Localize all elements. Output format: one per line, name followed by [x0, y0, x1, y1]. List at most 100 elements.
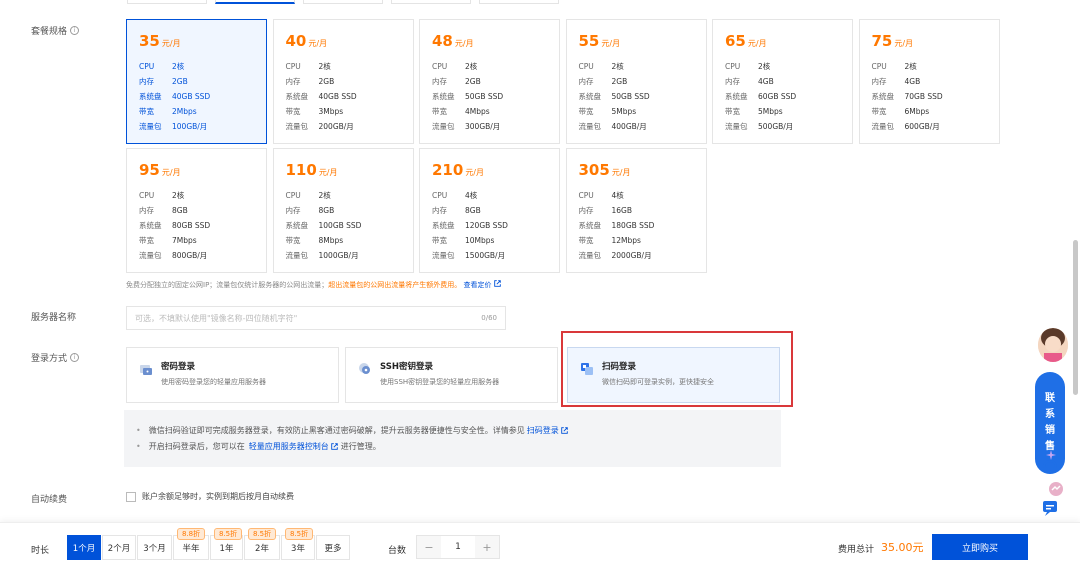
plan-price-unit: 元/月 — [611, 168, 631, 177]
qrcode-login-link[interactable]: 扫码登录 — [527, 425, 559, 436]
plan-spec-row: 流量包 1000GB/月 — [286, 248, 413, 263]
external-link-icon[interactable] — [494, 280, 501, 287]
spec-value: 2000GB/月 — [611, 251, 652, 260]
plan-spec-label-text: 套餐规格 — [31, 27, 68, 37]
spec-key: 流量包 — [432, 251, 455, 260]
duration-option[interactable]: 1个月 — [67, 535, 101, 560]
login-option-desc: 使用密码登录您的轻量应用服务器 — [161, 378, 266, 386]
top-tab[interactable] — [303, 0, 383, 4]
server-name-placeholder: 可选，不填默认使用"镜像名称-四位随机字符" — [135, 313, 298, 323]
plan-spec-row: 带宽 7Mbps — [139, 233, 266, 248]
bullet-icon: • — [136, 441, 141, 451]
plan-spec-row: 内存 2GB — [286, 74, 413, 89]
info-icon[interactable]: i — [70, 353, 80, 362]
login-option-password[interactable]: 密码登录 使用密码登录您的轻量应用服务器 — [126, 347, 339, 403]
plan-price: 65 元/月 — [725, 32, 852, 50]
spec-key: 系统盘 — [139, 92, 162, 101]
plan-price-unit: 元/月 — [308, 39, 328, 48]
info-icon[interactable]: i — [70, 26, 80, 35]
plan-price-unit: 元/月 — [601, 39, 621, 48]
plan-spec-row: 系统盘 40GB SSD — [286, 89, 413, 104]
duration-option[interactable]: 更多 — [316, 535, 350, 560]
spec-key: CPU — [285, 191, 301, 200]
spec-key: 内存 — [578, 206, 594, 215]
plan-price-value: 65 — [725, 32, 746, 50]
spec-key: 流量包 — [432, 122, 455, 131]
console-link[interactable]: 轻量应用服务器控制台 — [249, 441, 329, 452]
spec-value: 2核 — [465, 62, 478, 71]
plan-price-unit: 元/月 — [465, 168, 485, 177]
auto-renew-checkbox[interactable] — [126, 491, 136, 502]
plan-card[interactable]: 210 元/月 CPU 4核 内存 8GB 系统盘 120GB SSD 带宽 10Mbps 流量包 1… — [419, 148, 560, 273]
top-tab-active[interactable] — [215, 0, 295, 4]
plan-card[interactable]: 40 元/月 CPU 2核 内存 2GB 系统盘 40GB SSD 带宽 3Mbps 流量包 200G… — [272, 19, 414, 144]
plan-card[interactable]: 35 元/月 CPU 2核 内存 2GB 系统盘 40GB SSD 带宽 2Mbps 流量包 100G… — [126, 19, 267, 144]
bullet-icon: • — [136, 425, 141, 435]
plan-specs: CPU 2核 内存 2GB 系统盘 40GB SSD 带宽 2Mbps 流量包 100GB/月 — [139, 59, 266, 134]
spec-value: 80GB SSD — [172, 221, 211, 230]
plan-spec-row: 流量包 300GB/月 — [432, 119, 559, 134]
spec-key: 内存 — [285, 206, 301, 215]
spec-value: 5Mbps — [611, 107, 637, 116]
plan-spec-row: CPU 2核 — [286, 188, 413, 203]
spec-key: 流量包 — [725, 122, 748, 131]
plan-price: 210 元/月 — [432, 161, 559, 179]
plan-specs: CPU 2核 内存 4GB 系统盘 70GB SSD 带宽 6Mbps 流量包 600GB/月 — [872, 59, 999, 134]
login-method-label: 登录方式 i — [31, 351, 80, 364]
plan-spec-row: CPU 2核 — [579, 59, 706, 74]
spec-key: 带宽 — [725, 107, 740, 116]
login-option-ssh[interactable]: SSH密钥登录 使用SSH密钥登录您的轻量应用服务器 — [345, 347, 558, 403]
plan-card[interactable]: 48 元/月 CPU 2核 内存 2GB 系统盘 50GB SSD 带宽 4Mbps 流量包 300G… — [419, 19, 560, 144]
plan-spec-row: 系统盘 100GB SSD — [286, 218, 413, 233]
buy-now-button[interactable]: 立即购买 — [932, 534, 1028, 560]
plan-card[interactable]: 55 元/月 CPU 2核 内存 2GB 系统盘 50GB SSD 带宽 5Mbps 流量包 400G… — [565, 19, 707, 144]
message-icon[interactable] — [1040, 498, 1060, 518]
plan-spec-row: 内存 2GB — [139, 74, 266, 89]
plan-specs: CPU 4核 内存 8GB 系统盘 120GB SSD 带宽 10Mbps 流量包 1500GB/… — [432, 188, 559, 263]
duration-option[interactable]: 2个月 — [102, 535, 136, 560]
spec-value: 5Mbps — [758, 107, 783, 116]
spec-value: 3Mbps — [318, 107, 344, 116]
plan-card[interactable]: 305 元/月 CPU 4核 内存 16GB 系统盘 180GB SSD 带宽 12Mbps 流量包… — [565, 148, 707, 273]
plan-card[interactable]: 95 元/月 CPU 2核 内存 8GB 系统盘 80GB SSD 带宽 7Mbps 流量包 800G… — [126, 148, 267, 273]
plan-specs: CPU 2核 内存 8GB 系统盘 80GB SSD 带宽 7Mbps 流量包 800GB/月 — [139, 188, 266, 263]
customer-service-avatar[interactable] — [1038, 328, 1068, 362]
spec-value: 1000GB/月 — [318, 251, 359, 260]
spec-value: 40GB SSD — [172, 92, 211, 101]
login-option-title: 密码登录 — [161, 362, 196, 372]
plan-spec-row: 内存 2GB — [579, 74, 706, 89]
view-pricing-link[interactable]: 查看定价 — [464, 281, 492, 289]
server-name-input[interactable]: 可选，不填默认使用"镜像名称-四位随机字符" 0/60 — [126, 306, 506, 330]
spec-key: 内存 — [285, 77, 301, 86]
activity-icon[interactable] — [1046, 479, 1066, 499]
top-tab[interactable] — [479, 0, 559, 4]
quantity-value[interactable]: 1 — [441, 542, 475, 552]
plan-spec-row: 内存 8GB — [286, 203, 413, 218]
external-link-icon[interactable] — [560, 426, 568, 434]
plan-card[interactable]: 75 元/月 CPU 2核 内存 4GB 系统盘 70GB SSD 带宽 6Mbps 流量包 600G… — [858, 19, 1000, 144]
char-count: 0/60 — [481, 314, 497, 322]
plan-card[interactable]: 110 元/月 CPU 2核 内存 8GB 系统盘 100GB SSD 带宽 8Mbps 流量包 10… — [272, 148, 414, 273]
plan-card[interactable]: 65 元/月 CPU 2核 内存 4GB 系统盘 60GB SSD 带宽 5Mbps 流量包 500G… — [712, 19, 853, 144]
scrollbar[interactable] — [1073, 240, 1078, 395]
top-tab[interactable] — [391, 0, 471, 4]
increment-button[interactable]: + — [475, 536, 499, 558]
spec-key: 系统盘 — [432, 221, 455, 230]
top-tabs — [127, 0, 587, 4]
spec-key: 系统盘 — [432, 92, 455, 101]
decrement-button[interactable]: − — [417, 536, 441, 558]
plan-spec-row: 内存 16GB — [579, 203, 706, 218]
spec-key: 流量包 — [285, 122, 309, 131]
spec-key: 系统盘 — [578, 221, 602, 230]
plan-spec-row: 系统盘 50GB SSD — [432, 89, 559, 104]
top-tab[interactable] — [127, 0, 207, 4]
duration-option[interactable]: 3个月 — [137, 535, 172, 560]
contact-sales-char: 联 — [1045, 393, 1055, 404]
spec-key: 内存 — [432, 206, 447, 215]
plan-spec-row: CPU 2核 — [139, 188, 266, 203]
spec-value: 2GB — [172, 77, 188, 86]
plan-spec-row: 系统盘 180GB SSD — [579, 218, 706, 233]
spec-value: 2核 — [611, 62, 624, 71]
plan-specs: CPU 2核 内存 2GB 系统盘 40GB SSD 带宽 3Mbps 流量包 200GB/月 — [286, 59, 413, 134]
external-link-icon[interactable] — [330, 442, 338, 450]
